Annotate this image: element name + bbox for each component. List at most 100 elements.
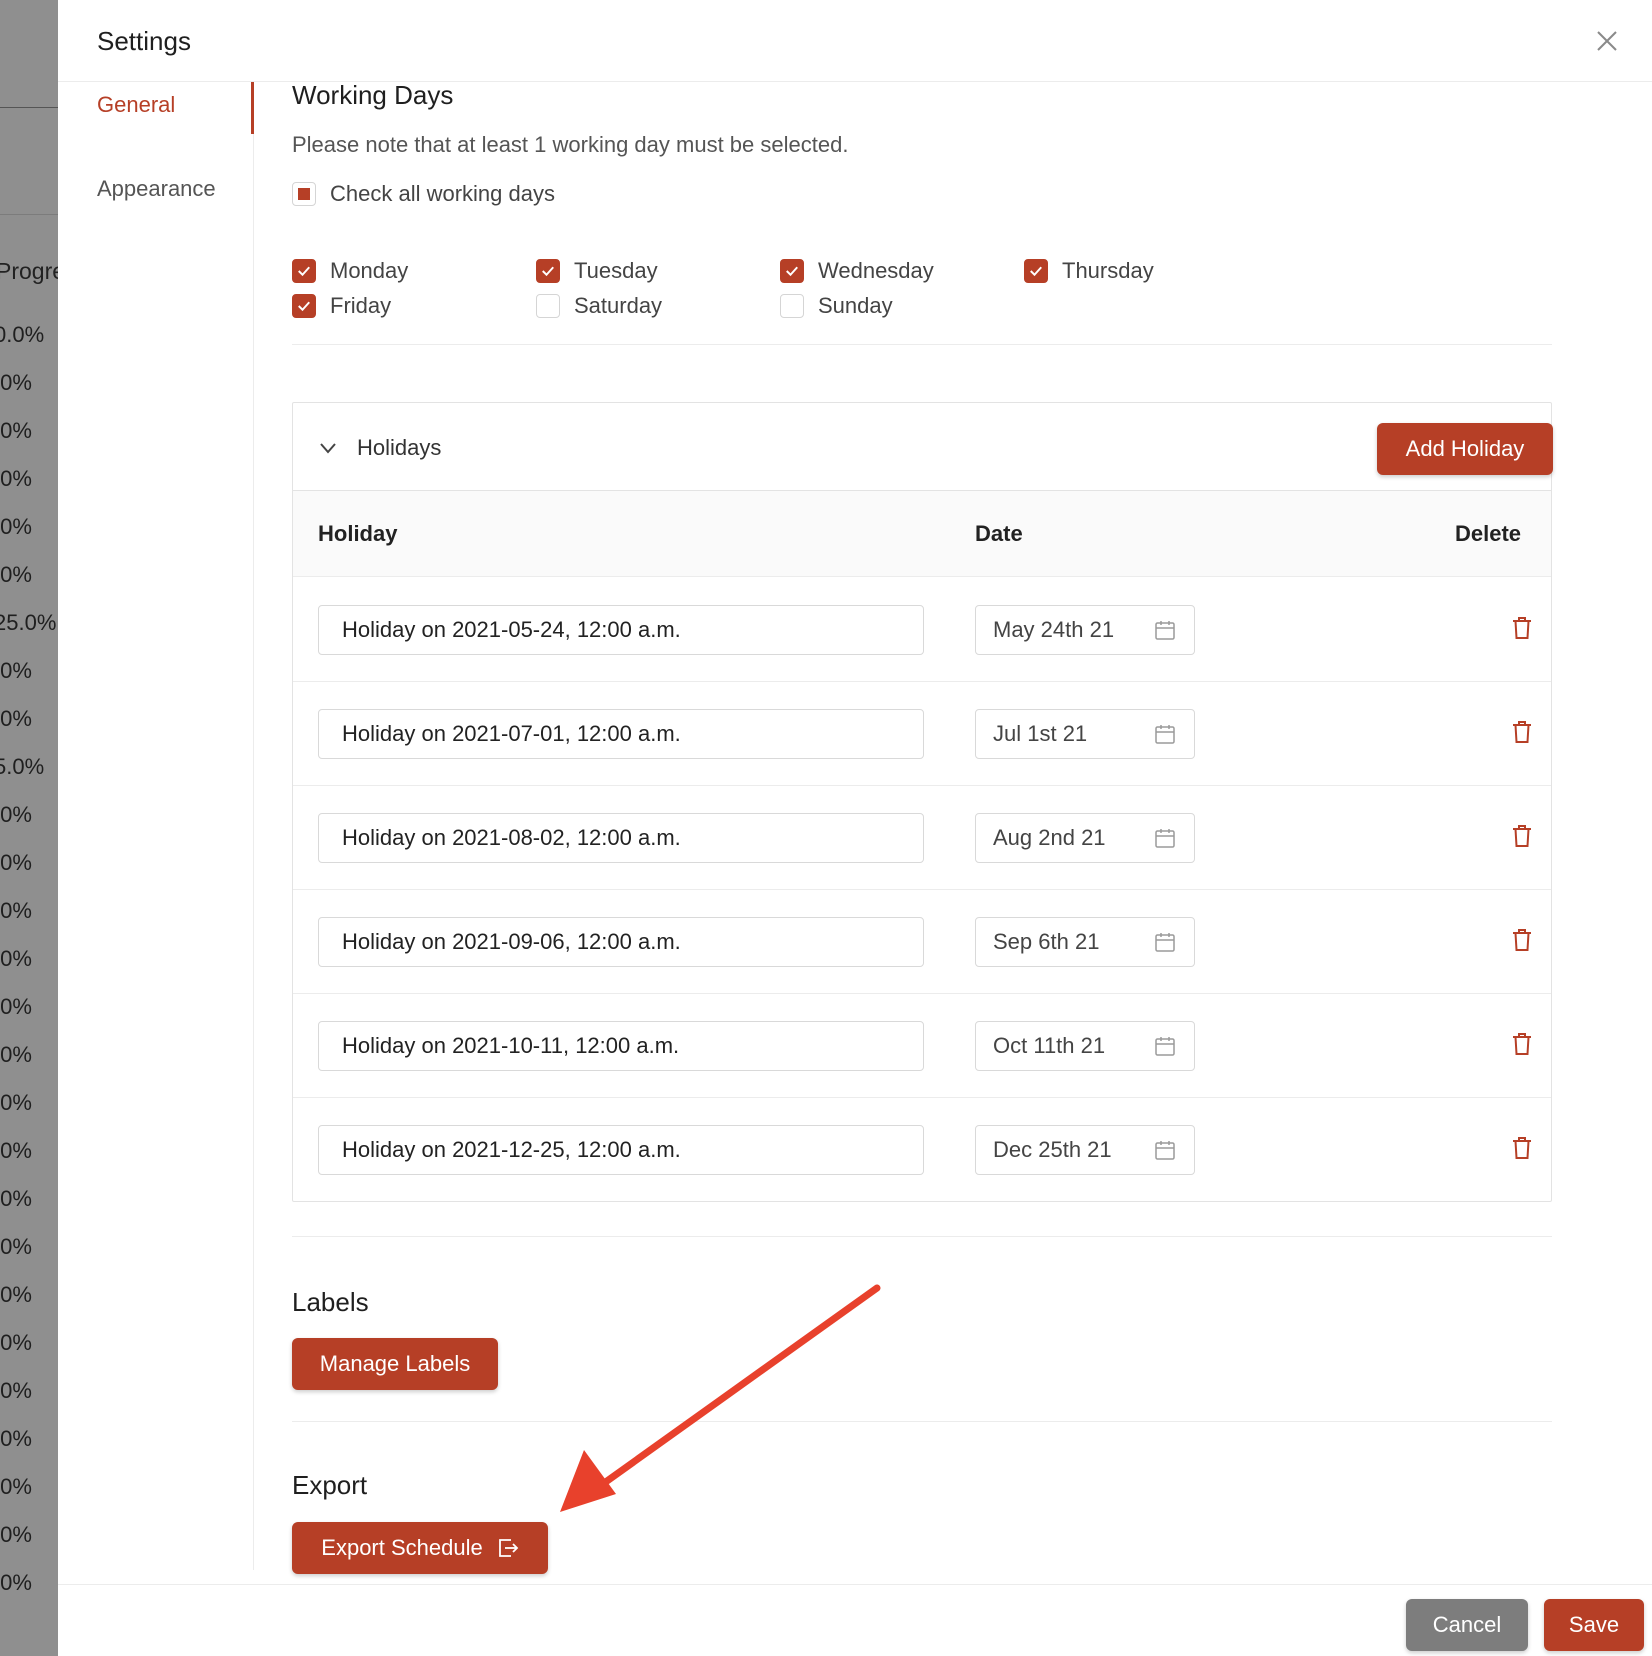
settings-side-nav: General Appearance xyxy=(58,82,254,1570)
check-all-label: Check all working days xyxy=(330,181,555,206)
holiday-date-picker[interactable]: May 24th 21 xyxy=(975,605,1195,655)
column-header-date: Date xyxy=(975,521,1023,546)
trash-icon[interactable] xyxy=(1511,720,1533,744)
background-cell: 5.0% xyxy=(0,754,45,779)
holidays-title: Holidays xyxy=(357,435,442,460)
background-cell: .0% xyxy=(0,1378,32,1403)
holiday-name-input[interactable] xyxy=(318,1021,924,1071)
working-day-saturday[interactable]: Saturday xyxy=(536,293,662,319)
working-day-checkbox[interactable] xyxy=(536,259,560,283)
background-cell: .0% xyxy=(0,994,32,1019)
working-day-checkbox[interactable] xyxy=(780,259,804,283)
working-day-checkbox[interactable] xyxy=(292,259,316,283)
holiday-name-input[interactable] xyxy=(318,709,924,759)
holiday-date-value: Jul 1st 21 xyxy=(993,721,1088,746)
holiday-name-input[interactable] xyxy=(318,605,924,655)
background-divider xyxy=(0,214,58,215)
working-day-checkbox[interactable] xyxy=(292,294,316,318)
nav-active-indicator xyxy=(251,82,254,134)
working-days-title: Working Days xyxy=(292,80,454,110)
background-cell: .0% xyxy=(0,370,32,395)
working-day-label: Tuesday xyxy=(574,258,658,283)
holiday-date-value: Dec 25th 21 xyxy=(993,1137,1112,1162)
table-row: Jul 1st 21 xyxy=(293,682,1551,786)
table-row: Aug 2nd 21 xyxy=(293,786,1551,890)
background-cell: .0% xyxy=(0,466,32,491)
trash-icon[interactable] xyxy=(1511,616,1533,640)
background-cell: .0% xyxy=(0,418,32,443)
export-schedule-label: Export Schedule xyxy=(321,1535,483,1560)
table-row: Dec 25th 21 xyxy=(293,1098,1551,1202)
working-day-tuesday[interactable]: Tuesday xyxy=(536,258,658,284)
trash-icon[interactable] xyxy=(1511,1032,1533,1056)
cancel-button[interactable]: Cancel xyxy=(1406,1599,1528,1651)
modal-header: Settings xyxy=(58,0,1652,82)
export-icon xyxy=(498,1539,518,1557)
background-cell: 0.0% xyxy=(0,322,45,347)
background-app: Progre 0.0% .0% .0% .0% .0% .0% 25.0% .0% .0% 5.0… xyxy=(0,0,58,1656)
trash-icon[interactable] xyxy=(1511,1136,1533,1160)
working-day-monday[interactable]: Monday xyxy=(292,258,408,284)
nav-item-appearance[interactable]: Appearance xyxy=(97,176,216,202)
holiday-name-input[interactable] xyxy=(318,1125,924,1175)
add-holiday-button[interactable]: Add Holiday xyxy=(1377,423,1553,475)
holiday-date-value: May 24th 21 xyxy=(993,617,1115,642)
background-cell: .0% xyxy=(0,706,32,731)
working-day-label: Monday xyxy=(330,258,409,283)
working-day-label: Thursday xyxy=(1062,258,1154,283)
nav-item-general[interactable]: General xyxy=(97,92,175,118)
holiday-date-picker[interactable]: Sep 6th 21 xyxy=(975,917,1195,967)
working-day-label: Sunday xyxy=(818,293,893,318)
divider xyxy=(292,1421,1552,1422)
check-all-checkbox[interactable] xyxy=(292,182,316,206)
holiday-date-value: Oct 11th 21 xyxy=(993,1033,1106,1058)
holiday-name-input[interactable] xyxy=(318,917,924,967)
background-header xyxy=(0,0,58,108)
close-icon[interactable] xyxy=(1590,24,1624,58)
background-cell: .0% xyxy=(0,1426,32,1451)
background-cell: .0% xyxy=(0,1090,32,1115)
background-cell: .0% xyxy=(0,898,32,923)
calendar-icon xyxy=(1155,621,1175,640)
table-row: Sep 6th 21 xyxy=(293,890,1551,994)
calendar-icon xyxy=(1155,1141,1175,1160)
background-cell: .0% xyxy=(0,946,32,971)
holiday-date-picker[interactable]: Jul 1st 21 xyxy=(975,709,1195,759)
working-day-label: Wednesday xyxy=(818,258,934,283)
working-day-checkbox[interactable] xyxy=(1024,259,1048,283)
background-cell: .0% xyxy=(0,1186,32,1211)
labels-title: Labels xyxy=(292,1287,369,1317)
background-cell: .0% xyxy=(0,802,32,827)
save-button[interactable]: Save xyxy=(1544,1599,1644,1651)
working-day-friday[interactable]: Friday xyxy=(292,293,391,319)
background-cell: .0% xyxy=(0,1522,32,1547)
working-day-checkbox[interactable] xyxy=(780,294,804,318)
background-cell: .0% xyxy=(0,1234,32,1259)
background-cell: .0% xyxy=(0,562,32,587)
trash-icon[interactable] xyxy=(1511,824,1533,848)
background-cell: .0% xyxy=(0,658,32,683)
working-day-label: Friday xyxy=(330,293,392,318)
working-day-checkbox[interactable] xyxy=(536,294,560,318)
trash-icon[interactable] xyxy=(1511,928,1533,952)
holidays-table-header: Holiday Date Delete xyxy=(293,491,1551,577)
modal-title: Settings xyxy=(97,26,191,56)
holiday-name-input[interactable] xyxy=(318,813,924,863)
holiday-date-picker[interactable]: Aug 2nd 21 xyxy=(975,813,1195,863)
working-day-thursday[interactable]: Thursday xyxy=(1024,258,1154,284)
chevron-down-icon[interactable] xyxy=(317,437,339,459)
table-row: Oct 11th 21 xyxy=(293,994,1551,1098)
manage-labels-button[interactable]: Manage Labels xyxy=(292,1338,498,1390)
background-cell: .0% xyxy=(0,1042,32,1067)
holiday-date-picker[interactable]: Oct 11th 21 xyxy=(975,1021,1195,1071)
divider xyxy=(292,1236,1552,1237)
check-all-working-days[interactable]: Check all working days xyxy=(292,181,555,207)
holiday-date-picker[interactable]: Dec 25th 21 xyxy=(975,1125,1195,1175)
table-row: May 24th 21 xyxy=(293,578,1551,682)
calendar-icon xyxy=(1155,725,1175,744)
export-schedule-button[interactable]: Export Schedule xyxy=(292,1522,548,1574)
working-day-wednesday[interactable]: Wednesday xyxy=(780,258,934,284)
working-day-sunday[interactable]: Sunday xyxy=(780,293,893,319)
background-cell: .0% xyxy=(0,1282,32,1307)
calendar-icon xyxy=(1155,933,1175,952)
